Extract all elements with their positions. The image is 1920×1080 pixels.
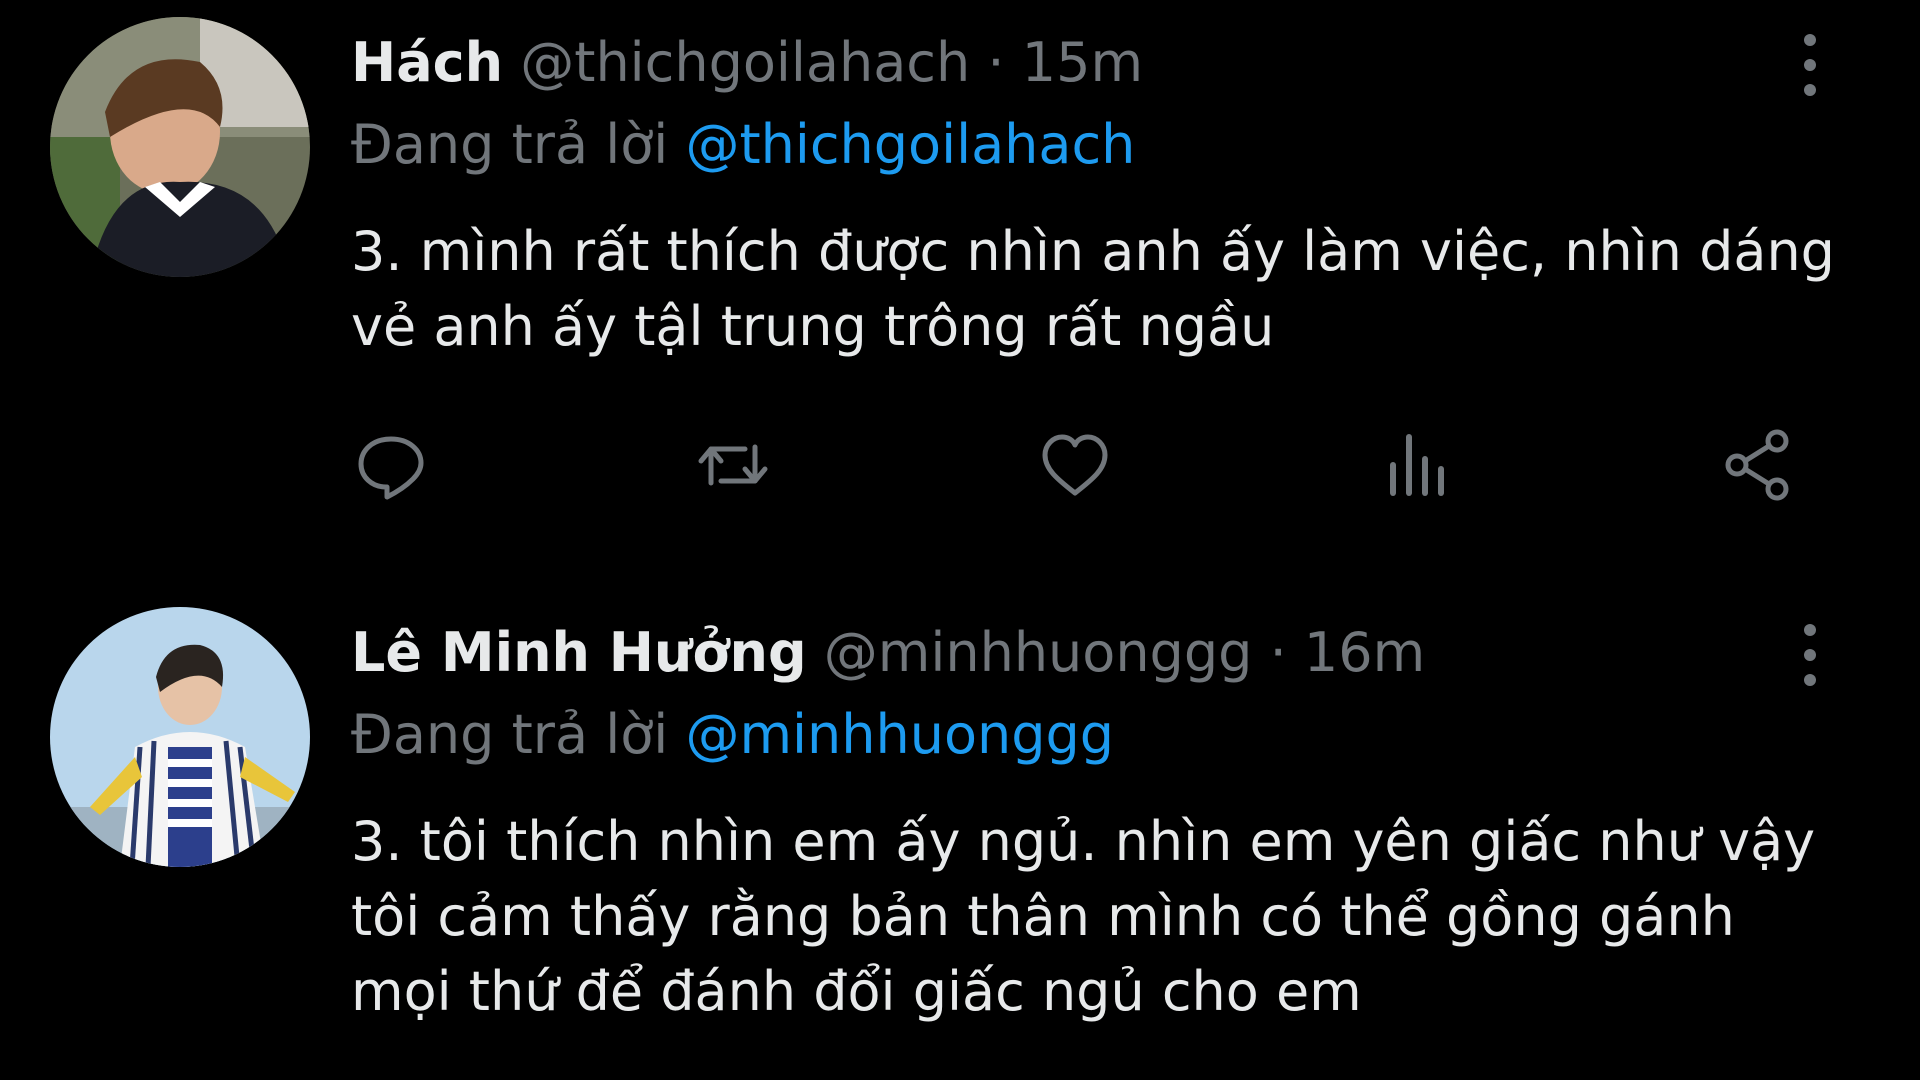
separator-dot: · <box>1269 621 1287 684</box>
timestamp[interactable]: 16m <box>1304 621 1425 684</box>
reply-prefix: Đang trả lời <box>351 703 669 766</box>
reply-icon <box>358 436 424 500</box>
retweet-button[interactable] <box>693 425 773 505</box>
avatar[interactable] <box>50 607 310 867</box>
reply-context: Đang trả lời @minhhuonggg <box>351 700 1114 770</box>
tweet[interactable]: Lê Minh Hưởng @minhhuonggg · 16m Đang tr… <box>0 590 1920 1080</box>
user-handle[interactable]: @minhhuonggg <box>824 621 1253 684</box>
tweet-header: Hách @thichgoilahach · 15m <box>351 28 1143 98</box>
tweet-actions <box>351 425 1801 505</box>
display-name[interactable]: Lê Minh Hưởng <box>351 621 807 684</box>
separator-dot: · <box>987 31 1005 94</box>
reply-mention-link[interactable]: @thichgoilahach <box>685 113 1135 176</box>
reply-button[interactable] <box>351 425 431 505</box>
tweet-text: 3. mình rất thích được nhìn anh ấy làm v… <box>351 220 1835 358</box>
avatar[interactable] <box>50 17 310 277</box>
avatar-image <box>50 607 310 867</box>
more-options-icon[interactable] <box>1790 30 1830 100</box>
tweet[interactable]: Hách @thichgoilahach · 15m Đang trả lời … <box>0 0 1920 560</box>
user-handle[interactable]: @thichgoilahach <box>520 31 970 94</box>
display-name[interactable]: Hách <box>351 31 503 94</box>
reply-context: Đang trả lời @thichgoilahach <box>351 110 1135 180</box>
avatar-image <box>50 17 310 277</box>
timestamp[interactable]: 15m <box>1022 31 1143 94</box>
like-button[interactable] <box>1035 425 1115 505</box>
reply-prefix: Đang trả lời <box>351 113 669 176</box>
more-options-icon[interactable] <box>1790 620 1830 690</box>
tweet-text: 3. tôi thích nhìn em ấy ngủ. nhìn em yên… <box>351 810 1816 1023</box>
share-icon <box>1725 429 1789 501</box>
share-button[interactable] <box>1719 425 1799 505</box>
retweet-icon <box>698 444 768 486</box>
tweet-header: Lê Minh Hưởng @minhhuonggg · 16m <box>351 618 1425 688</box>
views-button[interactable] <box>1377 425 1457 505</box>
views-icon <box>1390 434 1444 496</box>
reply-mention-link[interactable]: @minhhuonggg <box>685 703 1114 766</box>
heart-icon <box>1042 434 1108 496</box>
